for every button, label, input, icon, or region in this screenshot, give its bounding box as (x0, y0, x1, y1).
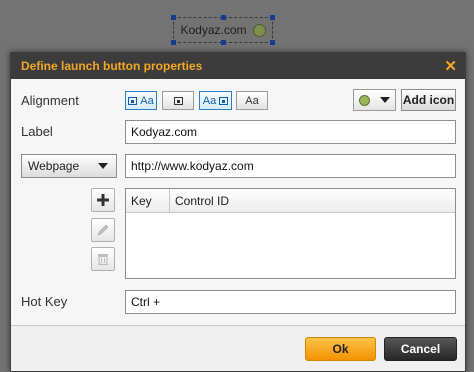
dialog-title: Define launch button properties (21, 59, 203, 73)
image-right-icon (219, 96, 229, 105)
trash-icon (98, 254, 108, 266)
chevron-down-icon (98, 163, 108, 169)
ok-button[interactable]: Ok (305, 337, 376, 361)
align-text: Aa (140, 94, 154, 107)
pencil-icon (97, 224, 109, 236)
align-text: Aa (245, 94, 259, 107)
add-icon-button[interactable]: Add icon (401, 89, 456, 111)
resize-handle[interactable] (221, 15, 226, 20)
key-mapping-grid[interactable]: Key Control ID (125, 188, 456, 279)
dialog-titlebar: Define launch button properties ✕ (11, 53, 465, 79)
alignment-label: Alignment (21, 93, 79, 108)
link-type-value: Webpage (28, 159, 80, 173)
resize-handle[interactable] (171, 15, 176, 20)
preview-label: Kodyaz.com (180, 23, 247, 37)
cancel-button[interactable]: Cancel (384, 337, 457, 361)
edit-row-button[interactable] (91, 218, 115, 242)
delete-row-button[interactable] (91, 247, 115, 271)
link-type-select[interactable]: Webpage (21, 154, 117, 178)
close-icon[interactable]: ✕ (444, 59, 457, 74)
add-row-button[interactable] (91, 188, 115, 212)
column-header-key[interactable]: Key (126, 189, 170, 212)
align-image-right-button[interactable]: Aa (199, 91, 232, 110)
resize-handle[interactable] (221, 40, 226, 45)
resize-handle[interactable] (171, 40, 176, 45)
image-left-icon (128, 96, 138, 105)
label-input[interactable] (125, 120, 456, 144)
grid-header: Key Control ID (126, 189, 455, 213)
align-text: Aa (202, 94, 217, 107)
image-only-icon (173, 96, 183, 105)
resize-handle[interactable] (270, 15, 275, 20)
label-field-label: Label (21, 124, 53, 139)
icon-select[interactable] (353, 89, 396, 111)
lightbulb-icon (359, 94, 370, 106)
chevron-down-icon (380, 97, 390, 103)
hotkey-input[interactable] (125, 290, 456, 314)
resize-handle[interactable] (270, 40, 275, 45)
align-text-only-button[interactable]: Aa (236, 91, 268, 110)
align-image-left-button[interactable]: Aa (125, 91, 157, 110)
lightbulb-icon (252, 23, 266, 37)
launch-button-dialog: Define launch button properties ✕ Alignm… (10, 52, 466, 372)
dialog-footer: Ok Cancel (11, 325, 465, 371)
align-image-only-button[interactable] (162, 91, 194, 110)
plus-icon (97, 194, 109, 206)
column-header-control-id[interactable]: Control ID (170, 189, 455, 212)
url-input[interactable] (125, 154, 456, 178)
launch-button-preview[interactable]: Kodyaz.com (171, 15, 275, 45)
hotkey-label: Hot Key (21, 294, 68, 309)
